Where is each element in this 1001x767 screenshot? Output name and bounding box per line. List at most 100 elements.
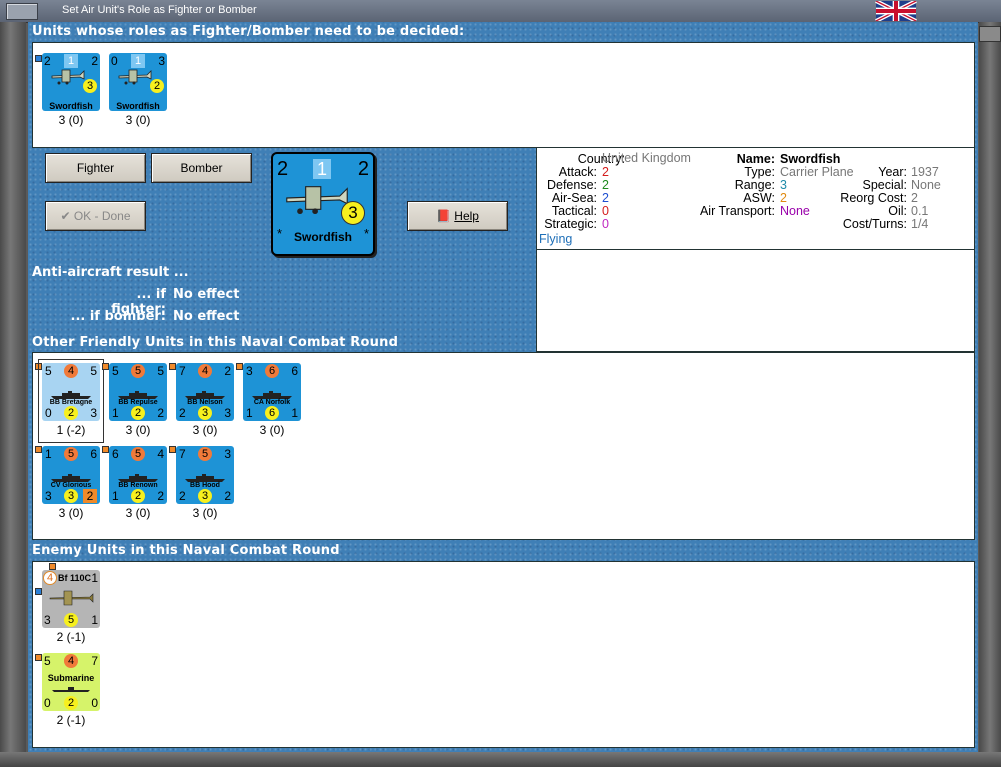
counter-value: 6 <box>112 447 119 461</box>
plane-icon <box>49 590 94 606</box>
friendly-unit-counter[interactable]: 7 4 2 BB Nelson 2 3 3 <box>176 363 234 421</box>
range-value: 3 <box>780 178 787 192</box>
counter-value: 2 <box>157 406 164 420</box>
enemy-header: Enemy Units in this Naval Combat Round <box>32 543 340 558</box>
friendly-header: Other Friendly Units in this Naval Comba… <box>32 335 399 350</box>
enemy-unit-counter[interactable]: 4 Bf 110C 1 3 5 1 <box>42 570 100 628</box>
counter-value: 3 <box>198 406 212 420</box>
counter-value: 2 <box>357 158 369 180</box>
counter-value: 2 <box>64 696 78 710</box>
counter-value: 5 <box>64 447 78 461</box>
plane-icon <box>51 69 85 85</box>
year-value: 1937 <box>911 165 939 179</box>
special-label: Special: <box>862 178 907 192</box>
friendly-unit-counter[interactable]: 1 5 6 CV Glorious 3 3 2 <box>42 446 100 504</box>
unit-info-panel: Country: United Kingdom Attack: 2 Defens… <box>536 147 975 250</box>
warship-icon <box>185 474 225 482</box>
plane-icon <box>118 69 152 85</box>
counter-subtext: 3 (0) <box>125 113 151 127</box>
reorg-value: 2 <box>911 191 918 205</box>
counter-value: 3 <box>90 406 97 420</box>
counter-value: 2 <box>224 364 231 378</box>
asw-value: 2 <box>780 191 787 205</box>
counter-value: 2 <box>179 406 186 420</box>
asw-label: ASW: <box>743 191 775 205</box>
counter-name: CV Glorious <box>50 482 92 489</box>
counter-value: 5 <box>131 364 145 378</box>
counter-name: CA Norfolk <box>253 399 291 406</box>
counter-value: 2 <box>83 489 97 503</box>
counter-value: 1 <box>131 54 145 68</box>
oil-value: 0.1 <box>911 204 929 218</box>
cost-label: Cost/Turns: <box>842 217 907 231</box>
counter-value: 1 <box>112 489 119 503</box>
enemy-units-panel: 4 Bf 110C 1 3 5 1 2 (-1) 5 4 7 Submarine… <box>32 561 975 748</box>
airsea-label: Air-Sea: <box>551 191 597 205</box>
counter-value: 4 <box>198 364 212 378</box>
counter-value: 4 <box>64 364 78 378</box>
counter-value: 5 <box>157 364 164 378</box>
airsea-value: 2 <box>602 191 609 205</box>
warship-icon <box>118 391 158 399</box>
friendly-unit-counter[interactable]: 5 4 5 BB Bretagne 0 2 3 <box>42 363 100 421</box>
help-button[interactable]: 📕 Help <box>407 201 508 231</box>
unit-marker-icon <box>236 363 243 370</box>
counter-value: 6 <box>291 364 298 378</box>
counter-value: 3 <box>45 489 52 503</box>
friendly-unit-counter[interactable]: 5 5 5 BB Repulse 1 2 2 <box>109 363 167 421</box>
bomber-button[interactable]: Bomber <box>151 153 252 183</box>
counter-value: 2 <box>91 54 98 68</box>
fighter-button[interactable]: Fighter <box>45 153 146 183</box>
attack-value: 2 <box>602 165 609 179</box>
friendly-unit-counter[interactable]: 3 6 6 CA Norfolk 1 6 1 <box>243 363 301 421</box>
scroll-up-button[interactable] <box>979 26 1001 42</box>
counter-value: 1 <box>91 571 98 585</box>
counter-value: 5 <box>112 364 119 378</box>
country-value: United Kingdom <box>602 151 691 165</box>
counter-subtext: 1 (-2) <box>56 423 86 437</box>
friendly-unit-counter[interactable]: 7 5 3 BB Hood 2 3 2 <box>176 446 234 504</box>
counter-value: 2 <box>157 489 164 503</box>
counter-value: 5 <box>198 447 212 461</box>
unit-marker-icon <box>169 363 176 370</box>
counter-value: 3 <box>198 489 212 503</box>
unit-marker-icon <box>35 654 42 661</box>
counter-name: Submarine <box>47 673 95 683</box>
book-icon: 📕 <box>436 209 451 223</box>
cost-value: 1/4 <box>911 217 929 231</box>
counter-value: 1 <box>246 406 253 420</box>
counter-subtext: 3 (0) <box>192 423 218 437</box>
window-title: Set Air Unit's Role as Fighter or Bomber <box>62 4 257 16</box>
enemy-unit-counter[interactable]: 5 4 7 Submarine 0 2 0 <box>42 653 100 711</box>
counter-value: 7 <box>179 447 186 461</box>
window-frame-left <box>0 22 26 767</box>
name-value: Swordfish <box>780 152 841 166</box>
counter-value: 2 <box>150 79 164 93</box>
window-menu-button[interactable] <box>6 3 38 20</box>
counter-value: 5 <box>44 654 51 668</box>
counter-value: 5 <box>45 364 52 378</box>
counter-value: 1 <box>45 447 52 461</box>
tactical-label: Tactical: <box>551 204 597 218</box>
unit-marker-icon <box>169 446 176 453</box>
aa-bomber-label: ... if bomber: <box>70 309 167 324</box>
counter-name: BB Repulse <box>118 399 158 406</box>
dialog-window: Set Air Unit's Role as Fighter or Bomber… <box>0 0 1001 767</box>
counter-value: 4 <box>43 571 57 585</box>
warship-icon <box>185 391 225 399</box>
counter-value: 2 <box>277 158 289 180</box>
aa-title: Anti-aircraft result ... <box>32 265 189 280</box>
undecided-unit-counter[interactable]: 0 1 3 2 Swordfish <box>109 53 167 111</box>
warship-icon <box>252 391 292 399</box>
counter-name: Swordfish <box>49 101 93 111</box>
friendly-unit-counter[interactable]: 6 5 4 BB Renown 1 2 2 <box>109 446 167 504</box>
counter-value: 7 <box>179 364 186 378</box>
counter-value: 1 <box>291 406 298 420</box>
strategic-label: Strategic: <box>544 217 597 231</box>
counter-value: 3 <box>64 489 78 503</box>
ok-done-label: OK - Done <box>73 209 131 223</box>
warship-icon <box>118 474 158 482</box>
ok-done-button[interactable]: ✔ OK - Done <box>45 201 146 231</box>
counter-subtext: 3 (0) <box>192 506 218 520</box>
undecided-unit-counter[interactable]: 2 1 2 3 Swordfish <box>42 53 100 111</box>
